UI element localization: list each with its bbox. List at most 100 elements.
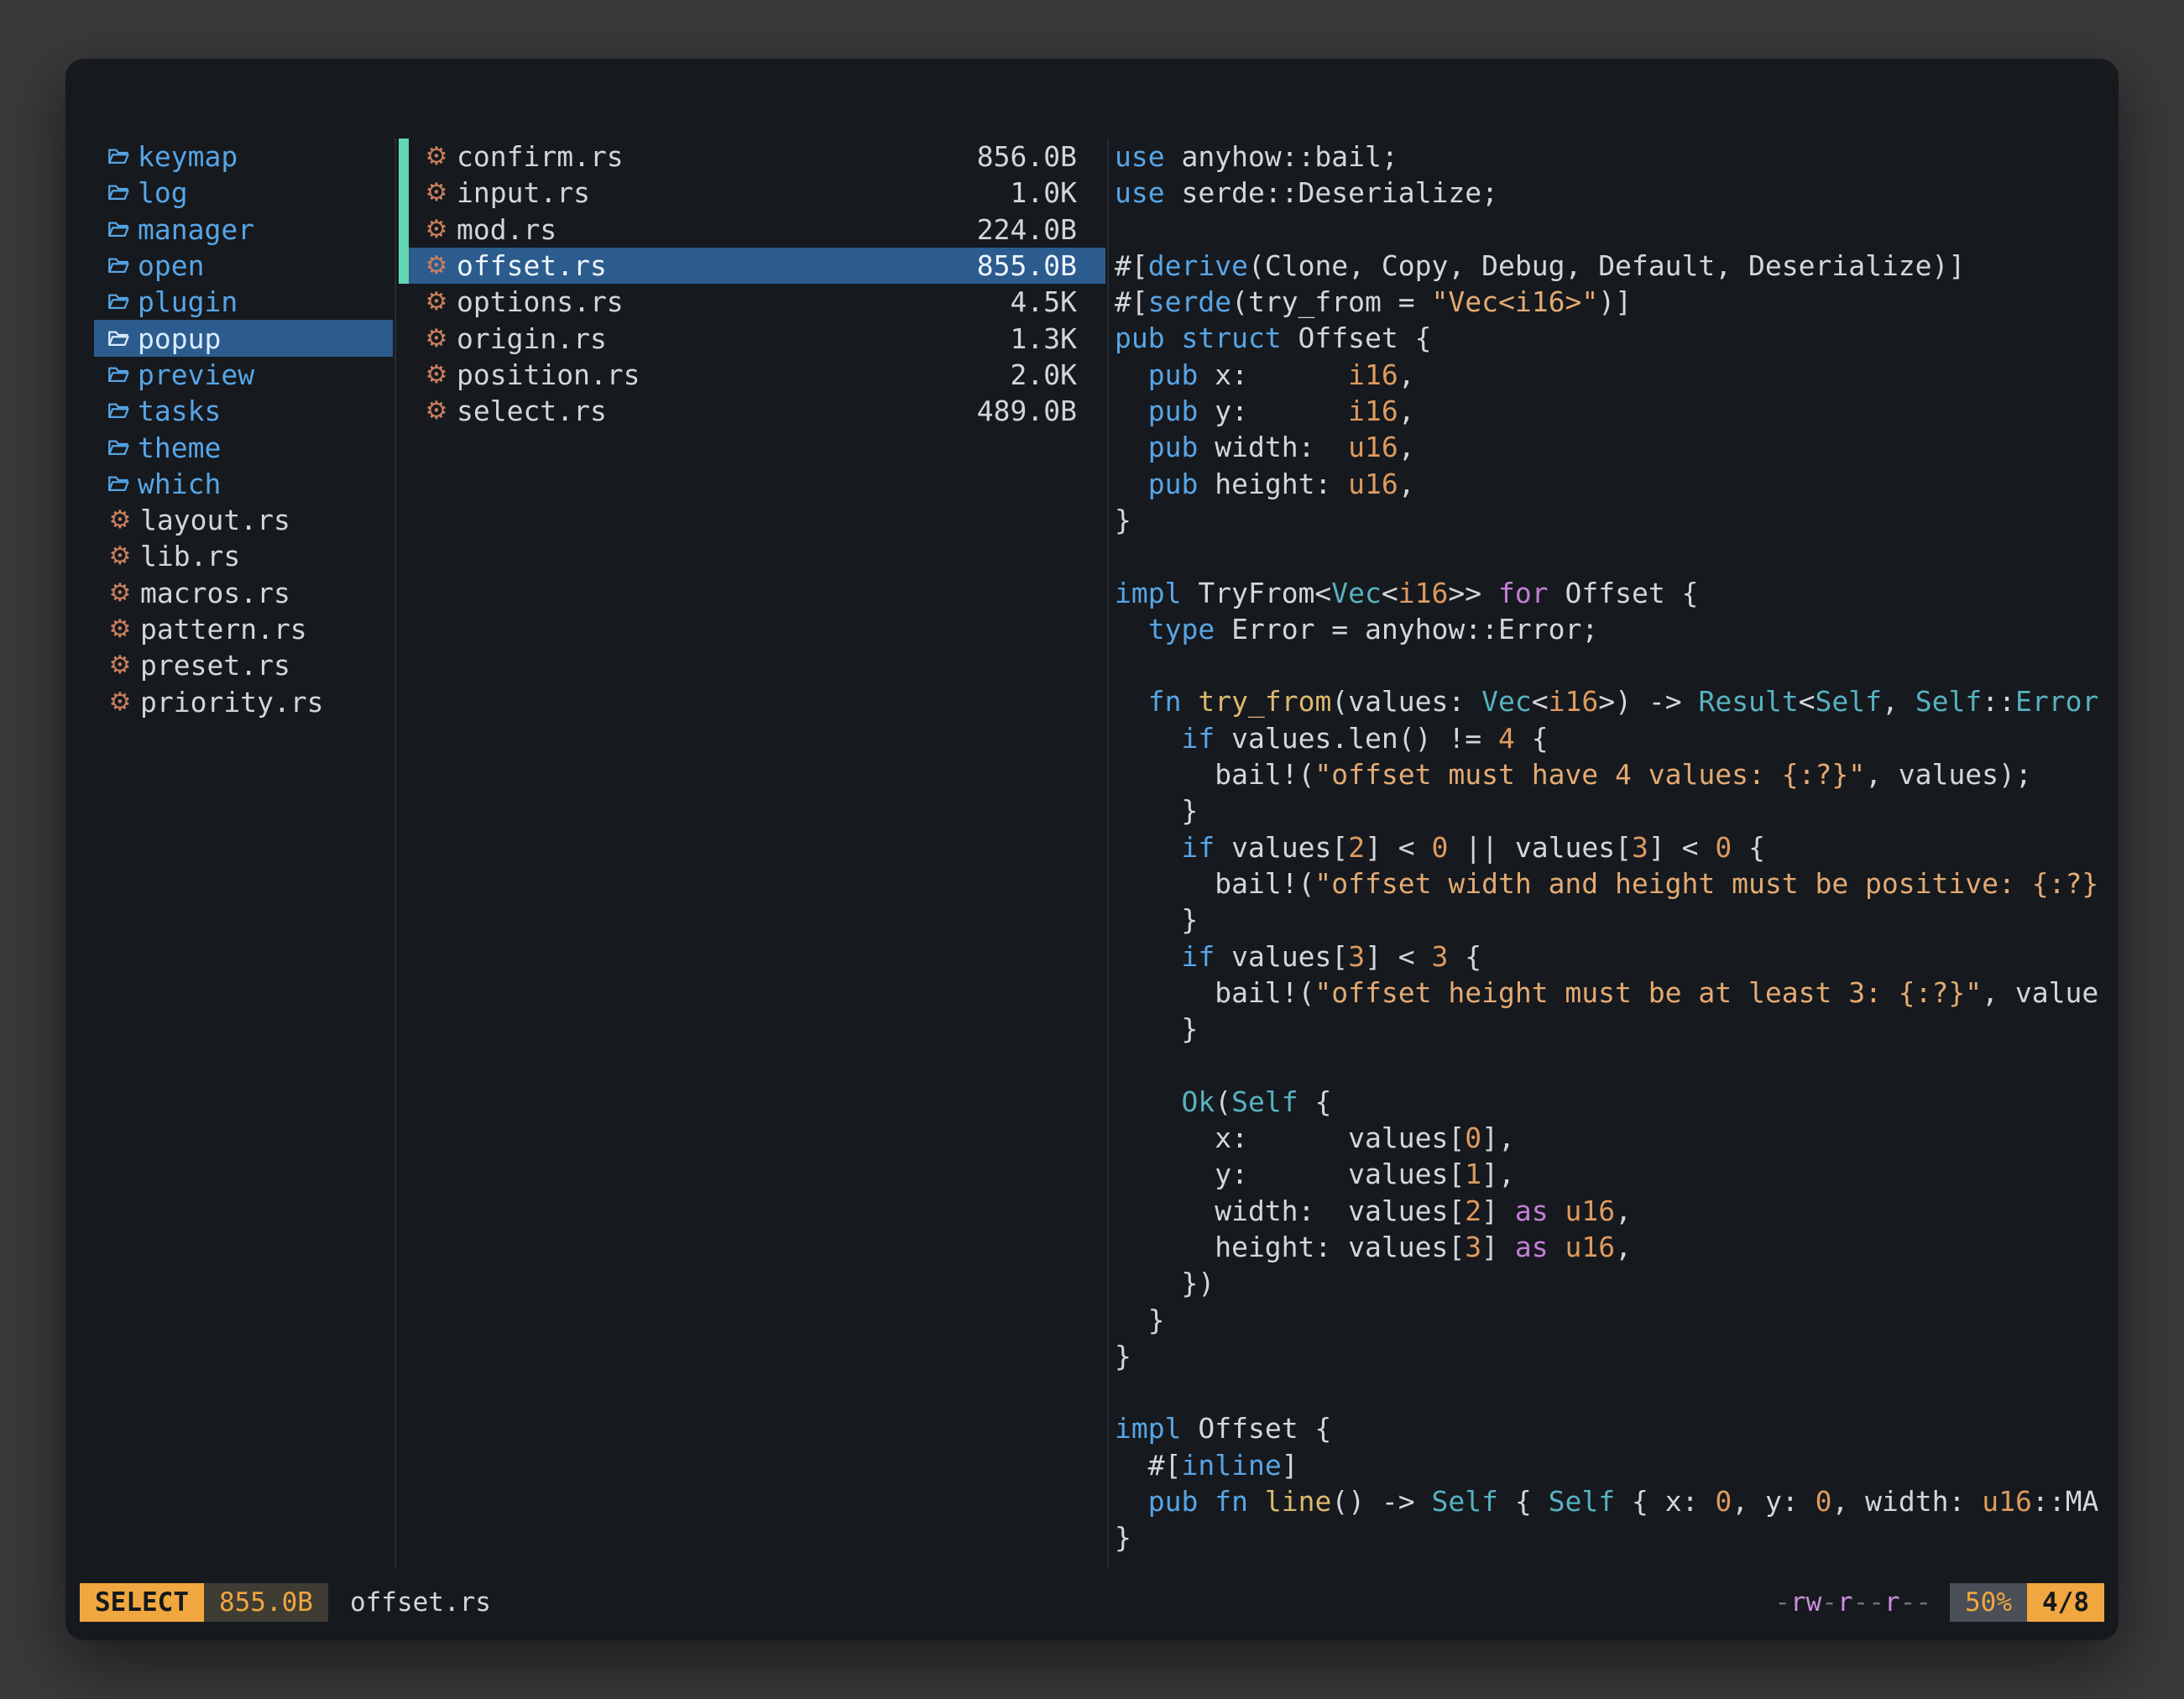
code-line: }: [1115, 1302, 2119, 1338]
pane-separator-right: [1107, 139, 1109, 1569]
selection-marker: [399, 175, 409, 211]
code-line: height: values[3] as u16,: [1115, 1229, 2119, 1265]
code-line: pub width: u16,: [1115, 429, 2119, 465]
code-line: if values[3] < 3 {: [1115, 938, 2119, 975]
parent-item-popup[interactable]: popup: [94, 320, 393, 356]
file-row-confirm-rs[interactable]: ⚙confirm.rs856.0B: [399, 139, 1105, 175]
status-filename: offset.rs: [350, 1587, 491, 1618]
code-line: if values[2] < 0 || values[3] < 0 {: [1115, 829, 2119, 865]
code-line: impl Offset {: [1115, 1410, 2119, 1446]
file-name-label: input.rs: [457, 176, 590, 209]
item-label: preview: [138, 358, 254, 391]
file-name-label: position.rs: [457, 358, 640, 391]
current-pane: ⚙confirm.rs856.0B⚙input.rs1.0K⚙mod.rs224…: [399, 139, 1105, 1569]
file-size-label: 489.0B: [977, 395, 1105, 427]
code-line: if values.len() != 4 {: [1115, 720, 2119, 756]
parent-item-plugin[interactable]: plugin: [94, 284, 393, 320]
parent-item-macros-rs[interactable]: ⚙macros.rs: [94, 575, 393, 611]
file-row-select-rs[interactable]: ⚙ select.rs 489.0B: [399, 393, 1105, 429]
folder-icon: [107, 474, 130, 494]
file-name-cell: ⚙offset.rs: [424, 249, 977, 282]
parent-item-pattern-rs[interactable]: ⚙pattern.rs: [94, 611, 393, 647]
code-line: [1115, 1047, 2119, 1083]
folder-icon: [107, 329, 130, 348]
code-line: [1115, 538, 2119, 574]
code-line: }: [1115, 1011, 2119, 1047]
file-row-offset-rs[interactable]: ⚙offset.rs855.0B: [399, 248, 1105, 284]
code-line: [1115, 647, 2119, 683]
file-row-position-rs[interactable]: ⚙position.rs2.0K: [399, 357, 1105, 393]
file-name-cell: ⚙ position.rs: [424, 358, 1011, 391]
item-label: preset.rs: [140, 649, 290, 682]
folder-icon: [107, 438, 130, 457]
rust-file-icon: ⚙: [424, 215, 449, 244]
item-label: log: [138, 176, 188, 209]
file-size-label: 856.0B: [977, 140, 1105, 173]
parent-pane: keymaplog manageropenpluginpopuppreview ta…: [94, 139, 393, 1569]
code-line: }: [1115, 1519, 2119, 1555]
code-line: y: values[1],: [1115, 1156, 2119, 1192]
code-line: type Error = anyhow::Error;: [1115, 611, 2119, 647]
file-name-cell: ⚙ input.rs: [424, 176, 1011, 209]
file-name-cell: ⚙confirm.rs: [424, 140, 977, 173]
rust-file-icon: ⚙: [107, 541, 133, 571]
rust-file-icon: ⚙: [424, 287, 449, 316]
code-line: pub y: i16,: [1115, 393, 2119, 429]
folder-icon: [107, 292, 130, 311]
parent-item-layout-rs[interactable]: ⚙layout.rs: [94, 502, 393, 538]
rust-file-icon: ⚙: [424, 178, 449, 207]
parent-item-keymap[interactable]: keymap: [94, 139, 393, 175]
parent-item-log[interactable]: log: [94, 175, 393, 211]
selection-marker: [399, 248, 409, 284]
parent-item-preset-rs[interactable]: ⚙preset.rs: [94, 647, 393, 683]
code-line: [1115, 212, 2119, 248]
item-label: tasks: [138, 395, 221, 427]
file-row-options-rs[interactable]: ⚙options.rs4.5K: [399, 284, 1105, 320]
folder-icon: [107, 183, 130, 202]
rust-file-icon: ⚙: [424, 360, 449, 389]
file-name-cell: ⚙origin.rs: [424, 322, 1011, 355]
parent-item-theme[interactable]: theme: [94, 429, 393, 465]
parent-item-manager[interactable]: manager: [94, 212, 393, 248]
rust-file-icon: ⚙: [107, 614, 133, 644]
rust-file-icon: ⚙: [424, 251, 449, 280]
file-name-label: mod.rs: [457, 213, 556, 246]
rust-file-icon: ⚙: [107, 578, 133, 608]
code-line: fn try_from(values: Vec<i16>) -> Result<…: [1115, 683, 2119, 719]
item-label: popup: [138, 322, 221, 355]
file-name-label: select.rs: [457, 395, 607, 427]
code-line: width: values[2] as u16,: [1115, 1193, 2119, 1229]
status-bar: SELECT 855.0B offset.rs -rw-r--r-- 50% 4…: [80, 1583, 2104, 1622]
file-permissions: -rw-r--r--: [1774, 1587, 1931, 1618]
code-line: [1115, 1374, 2119, 1410]
code-line: x: values[0],: [1115, 1120, 2119, 1156]
file-name-label: options.rs: [457, 285, 624, 318]
file-name-cell: ⚙ options.rs: [424, 285, 1011, 318]
code-line: Ok(Self {: [1115, 1084, 2119, 1120]
parent-item-lib-rs[interactable]: ⚙lib.rs: [94, 538, 393, 574]
file-name-label: confirm.rs: [457, 140, 624, 173]
parent-item-priority-rs[interactable]: ⚙priority.rs: [94, 683, 393, 719]
code-line: }: [1115, 902, 2119, 938]
file-row-mod-rs[interactable]: ⚙mod.rs224.0B: [399, 212, 1105, 248]
item-label: theme: [138, 431, 221, 464]
rust-file-icon: ⚙: [107, 687, 133, 717]
rust-file-icon: ⚙: [107, 651, 133, 680]
yazi-file-manager-window: keymaplog manageropenpluginpopuppreview ta…: [65, 59, 2119, 1640]
mode-badge: SELECT: [80, 1583, 204, 1622]
code-line: pub struct Offset {: [1115, 320, 2119, 356]
folder-icon: [107, 365, 130, 384]
parent-item-open[interactable]: open: [94, 248, 393, 284]
code-line: impl TryFrom<Vec<i16>> for Offset {: [1115, 575, 2119, 611]
code-line: }: [1115, 1338, 2119, 1374]
rust-file-icon: ⚙: [424, 396, 449, 426]
file-row-input-rs[interactable]: ⚙input.rs1.0K: [399, 175, 1105, 211]
parent-item-preview[interactable]: preview: [94, 357, 393, 393]
item-label: manager: [138, 213, 254, 246]
code-line: #[derive(Clone, Copy, Debug, Default, De…: [1115, 248, 2119, 284]
parent-item-tasks[interactable]: tasks: [94, 393, 393, 429]
code-line: bail!("offset must have 4 values: {:?}",…: [1115, 756, 2119, 792]
parent-item-which[interactable]: which: [94, 466, 393, 502]
file-row-origin-rs[interactable]: ⚙origin.rs1.3K: [399, 320, 1105, 356]
code-preview-pane: use anyhow::bail;use serde::Deserialize;…: [1115, 139, 2119, 1569]
